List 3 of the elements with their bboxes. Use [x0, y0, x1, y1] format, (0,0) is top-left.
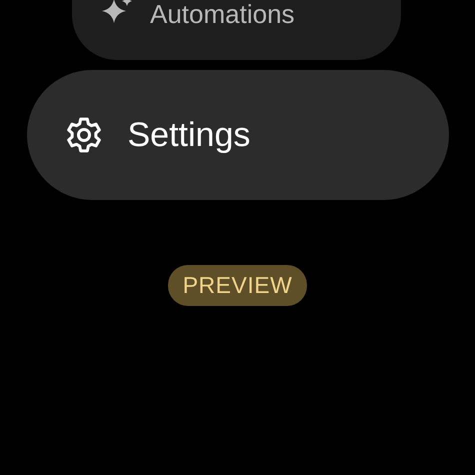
menu-item[interactable]: Settings	[26, 70, 448, 200]
preview-badge: PREVIEW	[168, 265, 308, 306]
menu-item[interactable]: Automations	[72, 0, 401, 60]
